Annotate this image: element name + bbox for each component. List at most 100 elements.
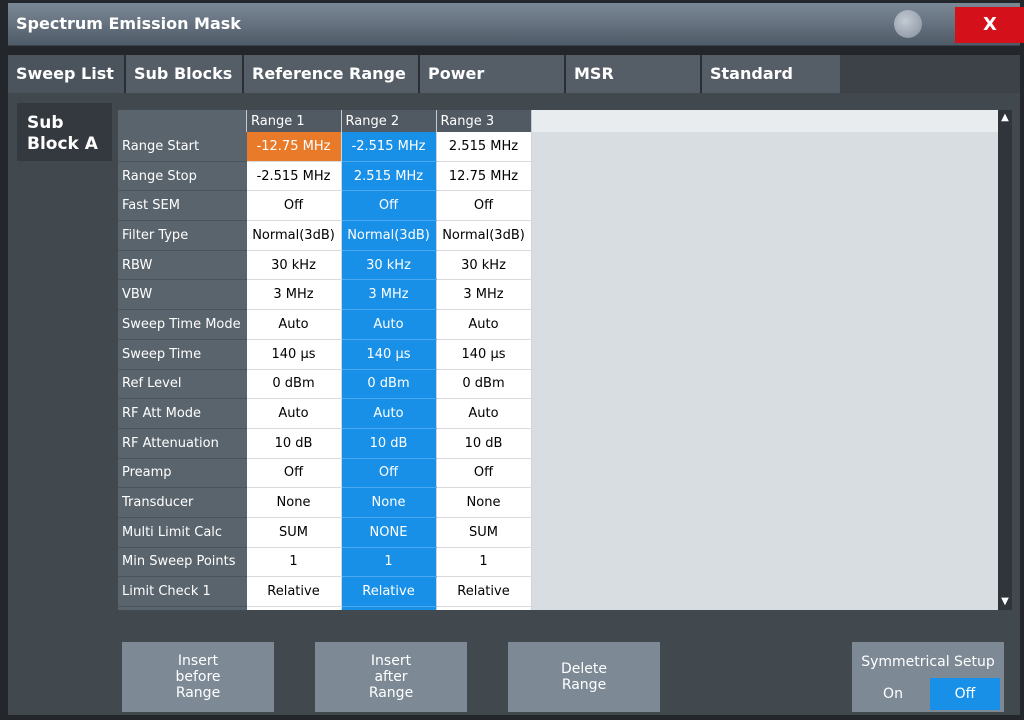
tab-standard-files[interactable]: Standard Files (700, 55, 840, 121)
table-cell[interactable]: 300 dBc (341, 606, 437, 610)
row-label: Sweep Time Mode (118, 309, 247, 340)
table-row: RBW 30 kHz 30 kHz 30 kHz (118, 250, 532, 281)
sub-block-a-tab[interactable]: Sub Block A (17, 103, 112, 161)
sweep-list-grid: Range 1 Range 2 Range 3 Range Start -12.7… (118, 110, 998, 610)
table-cell[interactable]: Off (436, 190, 532, 222)
table-cell[interactable]: -50 dBc (246, 606, 342, 610)
table-cell[interactable]: Auto (436, 398, 532, 429)
tab-power-classes[interactable]: Power Classes (418, 55, 564, 121)
table-row: Sweep Time 140 µs 140 µs 140 µs (118, 339, 532, 370)
table-cell[interactable]: 2.515 MHz (341, 161, 437, 192)
table-cell[interactable]: 3 MHz (341, 279, 437, 311)
help-icon[interactable] (894, 10, 922, 38)
table-cell[interactable]: -2.515 MHz (341, 132, 437, 162)
symmetrical-off-button[interactable]: Off (930, 678, 1000, 710)
table-cell[interactable]: None (341, 487, 437, 518)
table-row: Min Sweep Points 1 1 1 (118, 547, 532, 578)
row-label: RBW (118, 250, 247, 281)
sweep-list-table: Range 1 Range 2 Range 3 Range Start -12.7… (118, 110, 532, 610)
row-label: Range Start (118, 132, 247, 162)
scroll-up-icon[interactable]: ▲ (998, 110, 1012, 126)
table-cell[interactable]: Auto (246, 398, 342, 429)
table-row: Transducer None None None (118, 487, 532, 518)
table-cell[interactable]: NONE (341, 517, 437, 548)
close-button[interactable]: X (955, 7, 1024, 43)
table-cell[interactable]: SUM (436, 517, 532, 548)
tab-sweep-list[interactable]: Sweep List (8, 55, 124, 93)
row-label: Rel Limit Start 1 (118, 606, 247, 610)
grid-empty-header (532, 110, 998, 132)
table-cell[interactable]: Auto (341, 309, 437, 340)
table-cell[interactable]: 140 µs (341, 339, 437, 370)
table-cell[interactable]: 12.75 MHz (436, 161, 532, 192)
row-label: RF Attenuation (118, 428, 247, 459)
table-cell[interactable]: Off (246, 458, 342, 489)
table-cell[interactable]: Relative (341, 576, 437, 607)
row-label: Limit Check 1 (118, 576, 247, 607)
table-cell[interactable]: -12.75 MHz (246, 132, 342, 162)
table-cell[interactable]: Off (246, 190, 342, 222)
table-cell[interactable]: Off (341, 190, 437, 222)
table-row: Filter Type Normal(3dB) Normal(3dB) Normal(… (118, 220, 532, 251)
table-row: Range Stop -2.515 MHz 2.515 MHz 12.75 MHz (118, 161, 532, 192)
row-label: Min Sweep Points (118, 547, 247, 578)
vertical-scrollbar[interactable] (998, 110, 1012, 610)
tab-msr-settings[interactable]: MSR Settings (564, 55, 700, 121)
insert-before-range-button[interactable]: Insert before Range (122, 642, 274, 712)
table-cell[interactable]: 10 dB (436, 428, 532, 459)
table-row: Preamp Off Off Off (118, 458, 532, 489)
table-cell[interactable]: Relative (436, 576, 532, 607)
table-cell[interactable]: 1 (341, 547, 437, 578)
table-cell[interactable]: Off (436, 458, 532, 489)
table-cell[interactable]: 140 µs (436, 339, 532, 370)
table-cell[interactable]: Auto (341, 398, 437, 429)
table-cell[interactable]: 10 dB (246, 428, 342, 459)
table-row: Rel Limit Start 1-50 dBc300 dBc-50 dBc (118, 606, 532, 610)
table-row: RF Att Mode Auto Auto Auto (118, 398, 532, 429)
table-cell[interactable]: Off (341, 458, 437, 489)
table-cell[interactable]: 30 kHz (341, 250, 437, 281)
table-cell[interactable]: 0 dBm (436, 369, 532, 400)
table-cell[interactable]: 2.515 MHz (436, 132, 532, 162)
table-cell[interactable]: Auto (246, 309, 342, 340)
row-label: Transducer (118, 487, 247, 518)
row-label: Preamp (118, 458, 247, 489)
table-cell[interactable]: None (246, 487, 342, 518)
table-cell[interactable]: Normal(3dB) (341, 220, 437, 251)
tab-sub-blocks[interactable]: Sub Blocks (124, 55, 242, 93)
column-header-range-2: Range 2 (341, 110, 437, 132)
symmetrical-on-button[interactable]: On (870, 680, 916, 708)
table-cell[interactable]: Normal(3dB) (436, 220, 532, 251)
dialog-window: Spectrum Emission Mask X Sweep List Sub … (0, 0, 1024, 720)
table-cell[interactable]: 0 dBm (341, 369, 437, 400)
table-cell[interactable]: 30 kHz (246, 250, 342, 281)
row-label: Range Stop (118, 161, 247, 192)
table-cell[interactable]: Relative (246, 576, 342, 607)
table-cell[interactable]: 30 kHz (436, 250, 532, 281)
table-cell[interactable]: 10 dB (341, 428, 437, 459)
table-row: Multi Limit Calc SUM NONE SUM (118, 517, 532, 548)
table-cell[interactable]: -2.515 MHz (246, 161, 342, 192)
table-cell[interactable]: SUM (246, 517, 342, 548)
table-row: Ref Level 0 dBm 0 dBm 0 dBm (118, 369, 532, 400)
column-header-range-3: Range 3 (436, 110, 532, 132)
insert-after-range-button[interactable]: Insert after Range (315, 642, 467, 712)
scroll-down-icon[interactable]: ▼ (998, 594, 1012, 610)
table-cell[interactable]: 3 MHz (436, 279, 532, 311)
tab-reference-range[interactable]: Reference Range (242, 55, 418, 93)
table-cell[interactable]: -50 dBc (436, 606, 532, 610)
table-cell[interactable]: 1 (246, 547, 342, 578)
title-bar: Spectrum Emission Mask X (8, 3, 1024, 46)
row-label: Fast SEM (118, 190, 247, 222)
table-cell[interactable]: 140 µs (246, 339, 342, 370)
table-cell[interactable]: 0 dBm (246, 369, 342, 400)
table-cell[interactable]: 3 MHz (246, 279, 342, 311)
table-cell[interactable]: None (436, 487, 532, 518)
table-cell[interactable]: Normal(3dB) (246, 220, 342, 251)
table-row: Range Start -12.75 MHz -2.515 MHz 2.515 MHz (118, 132, 532, 162)
table-cell[interactable]: 1 (436, 547, 532, 578)
table-cell[interactable]: Auto (436, 309, 532, 340)
table-row: Limit Check 1 Relative Relative Relative (118, 576, 532, 607)
row-label: VBW (118, 279, 247, 311)
delete-range-button[interactable]: Delete Range (508, 642, 660, 712)
